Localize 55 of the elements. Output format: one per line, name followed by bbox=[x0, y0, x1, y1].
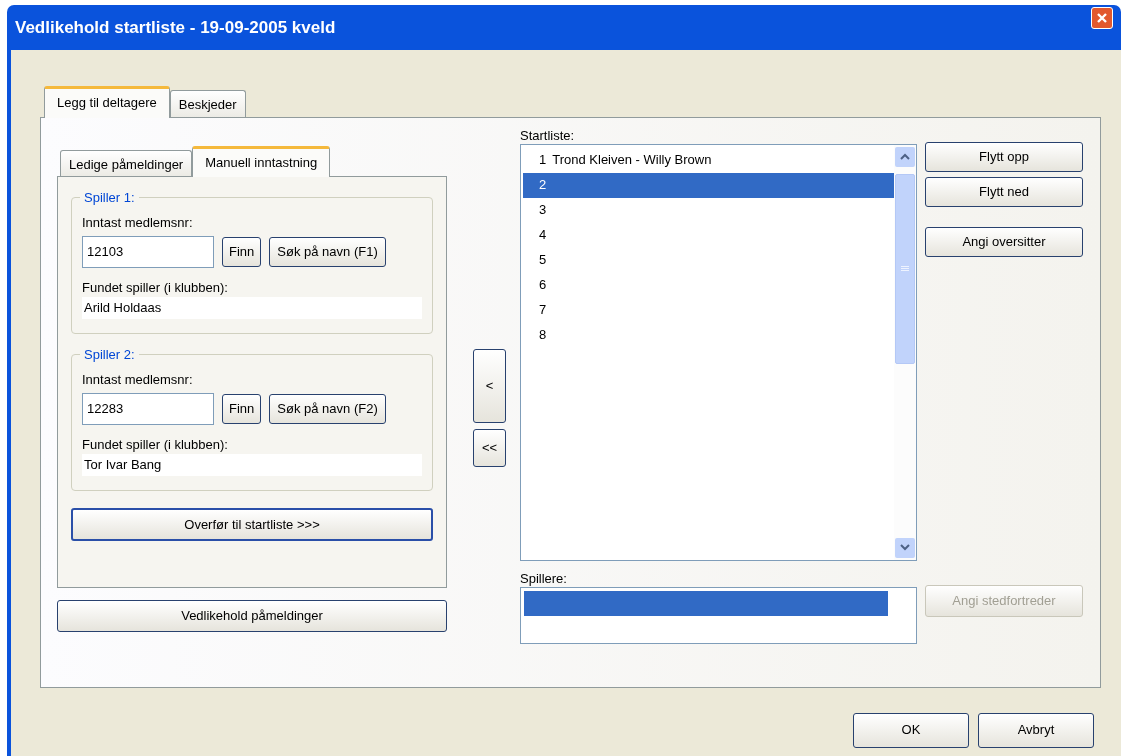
close-button[interactable] bbox=[1091, 7, 1113, 29]
move-left-button[interactable]: < bbox=[473, 348, 506, 423]
row-number: 1 bbox=[539, 151, 547, 170]
row-number: 3 bbox=[539, 201, 547, 220]
row-name: Trond Kleiven - Willy Brown bbox=[552, 151, 712, 170]
maintain-entries-button[interactable]: Vedlikehold påmeldinger bbox=[57, 600, 447, 632]
side-button[interactable]: Flytt opp bbox=[925, 141, 1083, 172]
tab[interactable]: Ledige påmeldinger bbox=[60, 149, 193, 176]
found-player-value: Tor Ivar Bang bbox=[82, 454, 422, 476]
close-icon bbox=[1096, 12, 1108, 24]
grip-icon bbox=[901, 265, 909, 272]
row-number: 2 bbox=[539, 176, 547, 195]
find-button[interactable]: Finn bbox=[222, 393, 262, 424]
field-label: Inntast medlemsnr: bbox=[82, 214, 194, 232]
scroll-up-button[interactable] bbox=[895, 146, 915, 167]
scrollbar[interactable] bbox=[894, 144, 916, 560]
side-button[interactable]: Flytt ned bbox=[925, 176, 1083, 207]
transfer-button[interactable]: Overfør til startliste >>> bbox=[71, 508, 433, 541]
startlist-row[interactable]: 5 bbox=[523, 247, 894, 273]
row-number: 8 bbox=[539, 326, 547, 345]
tab[interactable]: Manuell inntastning bbox=[192, 145, 331, 177]
ok-button[interactable]: OK bbox=[853, 712, 969, 748]
scroll-thumb[interactable] bbox=[895, 173, 915, 364]
find-button[interactable]: Finn bbox=[222, 236, 262, 267]
row-number: 7 bbox=[539, 301, 547, 320]
field-label: Fundet spiller (i klubben): bbox=[82, 435, 229, 454]
window-title: Vedlikehold startliste - 19-09-2005 kveld bbox=[15, 16, 336, 39]
search-name-button[interactable]: Søk på navn (F2) bbox=[269, 393, 386, 424]
member-number-field[interactable]: 12283 bbox=[82, 392, 214, 425]
chevron-up-icon bbox=[900, 153, 910, 160]
side-button[interactable]: Angi oversitter bbox=[925, 226, 1083, 257]
startlist-label: Startliste: bbox=[520, 126, 576, 144]
tab[interactable]: Beskjeder bbox=[169, 90, 246, 117]
startlist-row[interactable]: 4 bbox=[523, 222, 894, 248]
startlist-row[interactable]: 7 bbox=[523, 297, 894, 323]
row-number: 6 bbox=[539, 276, 547, 295]
players-row[interactable] bbox=[524, 590, 888, 616]
member-number-field[interactable]: 12103 bbox=[82, 235, 214, 268]
search-name-button[interactable]: Søk på navn (F1) bbox=[269, 236, 386, 267]
row-number: 5 bbox=[539, 251, 547, 270]
players-label: Spillere: bbox=[520, 569, 568, 587]
scroll-down-button[interactable] bbox=[895, 537, 915, 558]
startlist-row[interactable]: 3 bbox=[523, 197, 894, 223]
startlist-row[interactable]: 6 bbox=[523, 272, 894, 298]
tab[interactable]: Legg til deltagere bbox=[44, 86, 170, 118]
row-number: 4 bbox=[539, 226, 547, 245]
field-label: Inntast medlemsnr: bbox=[82, 371, 194, 389]
chevron-down-icon bbox=[900, 544, 910, 551]
startlist-row[interactable]: 8 bbox=[523, 322, 894, 348]
startlist-row[interactable]: 2 bbox=[523, 172, 894, 198]
field-label: Fundet spiller (i klubben): bbox=[82, 278, 229, 297]
startlist-row[interactable]: 1 Trond Kleiven - Willy Brown bbox=[523, 147, 894, 173]
found-player-value: Arild Holdaas bbox=[82, 297, 422, 319]
move-all-left-button[interactable]: << bbox=[473, 428, 506, 467]
cancel-button[interactable]: Avbryt bbox=[978, 712, 1094, 748]
